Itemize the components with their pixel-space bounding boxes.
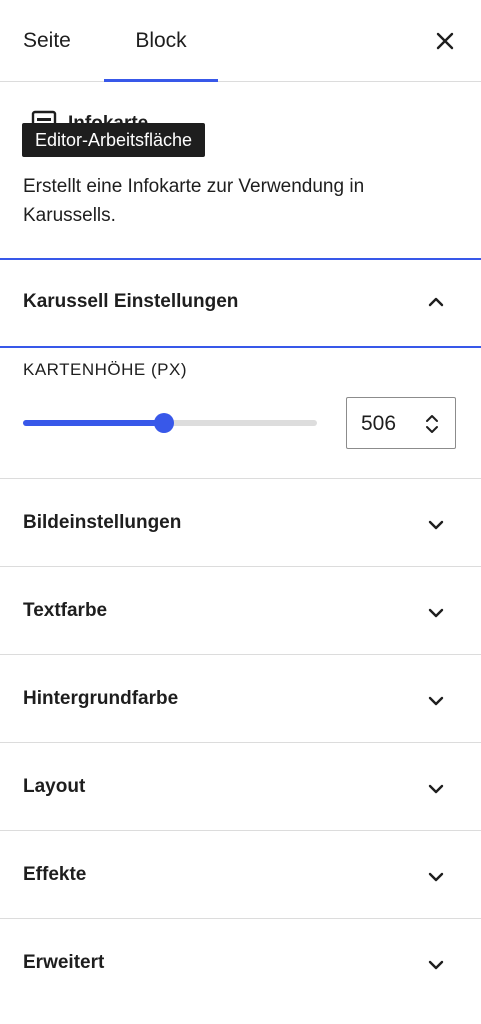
card-height-value: 506 [361, 412, 397, 435]
panel-erweitert[interactable]: Erweitert [0, 918, 481, 1007]
block-description: Erstellt eine Infokarte zur Verwendung i… [23, 176, 365, 226]
panel-title: Textfarbe [23, 600, 108, 621]
panel-title: Hintergrundfarbe [23, 688, 179, 709]
tab-block[interactable]: Block [104, 0, 218, 81]
chevron-up-icon [428, 297, 444, 307]
card-height-input[interactable]: 506 [346, 397, 456, 449]
panel-title: Effekte [23, 864, 87, 885]
tooltip: Editor-Arbeitsfläche [22, 123, 206, 157]
chevron-down-icon [428, 784, 444, 794]
panel-bildeinstellungen[interactable]: Bildeinstellungen [0, 478, 481, 567]
close-sidebar-button[interactable] [428, 24, 462, 58]
panel-layout[interactable]: Layout [0, 742, 481, 831]
close-icon [436, 32, 454, 50]
panel-title: Bildeinstellungen [23, 512, 182, 533]
panel-title: Layout [23, 776, 86, 797]
chevron-down-icon [428, 960, 444, 970]
sidebar-tabs: Seite Block [0, 0, 481, 82]
panel-effekte[interactable]: Effekte [0, 830, 481, 919]
spinner-icon[interactable] [423, 411, 441, 437]
card-height-slider[interactable] [23, 413, 317, 433]
block-card [0, 82, 481, 258]
panel-karussell-einstellungen[interactable]: Karussell Einstellungen [0, 258, 481, 348]
tab-seite[interactable]: Seite [23, 0, 71, 81]
chevron-down-icon [428, 872, 444, 882]
panel-title: Karussell Einstellungen [23, 291, 239, 312]
card-height-label: KARTENHÖHE (PX) [23, 360, 187, 379]
chevron-down-icon [428, 608, 444, 618]
slider-fill [23, 420, 165, 426]
chevron-down-icon [428, 696, 444, 706]
panel-hintergrundfarbe[interactable]: Hintergrundfarbe [0, 654, 481, 743]
panel-textfarbe[interactable]: Textfarbe [0, 566, 481, 655]
panel-title: Erweitert [23, 952, 105, 973]
slider-thumb[interactable] [154, 413, 175, 433]
chevron-down-icon [428, 520, 444, 530]
